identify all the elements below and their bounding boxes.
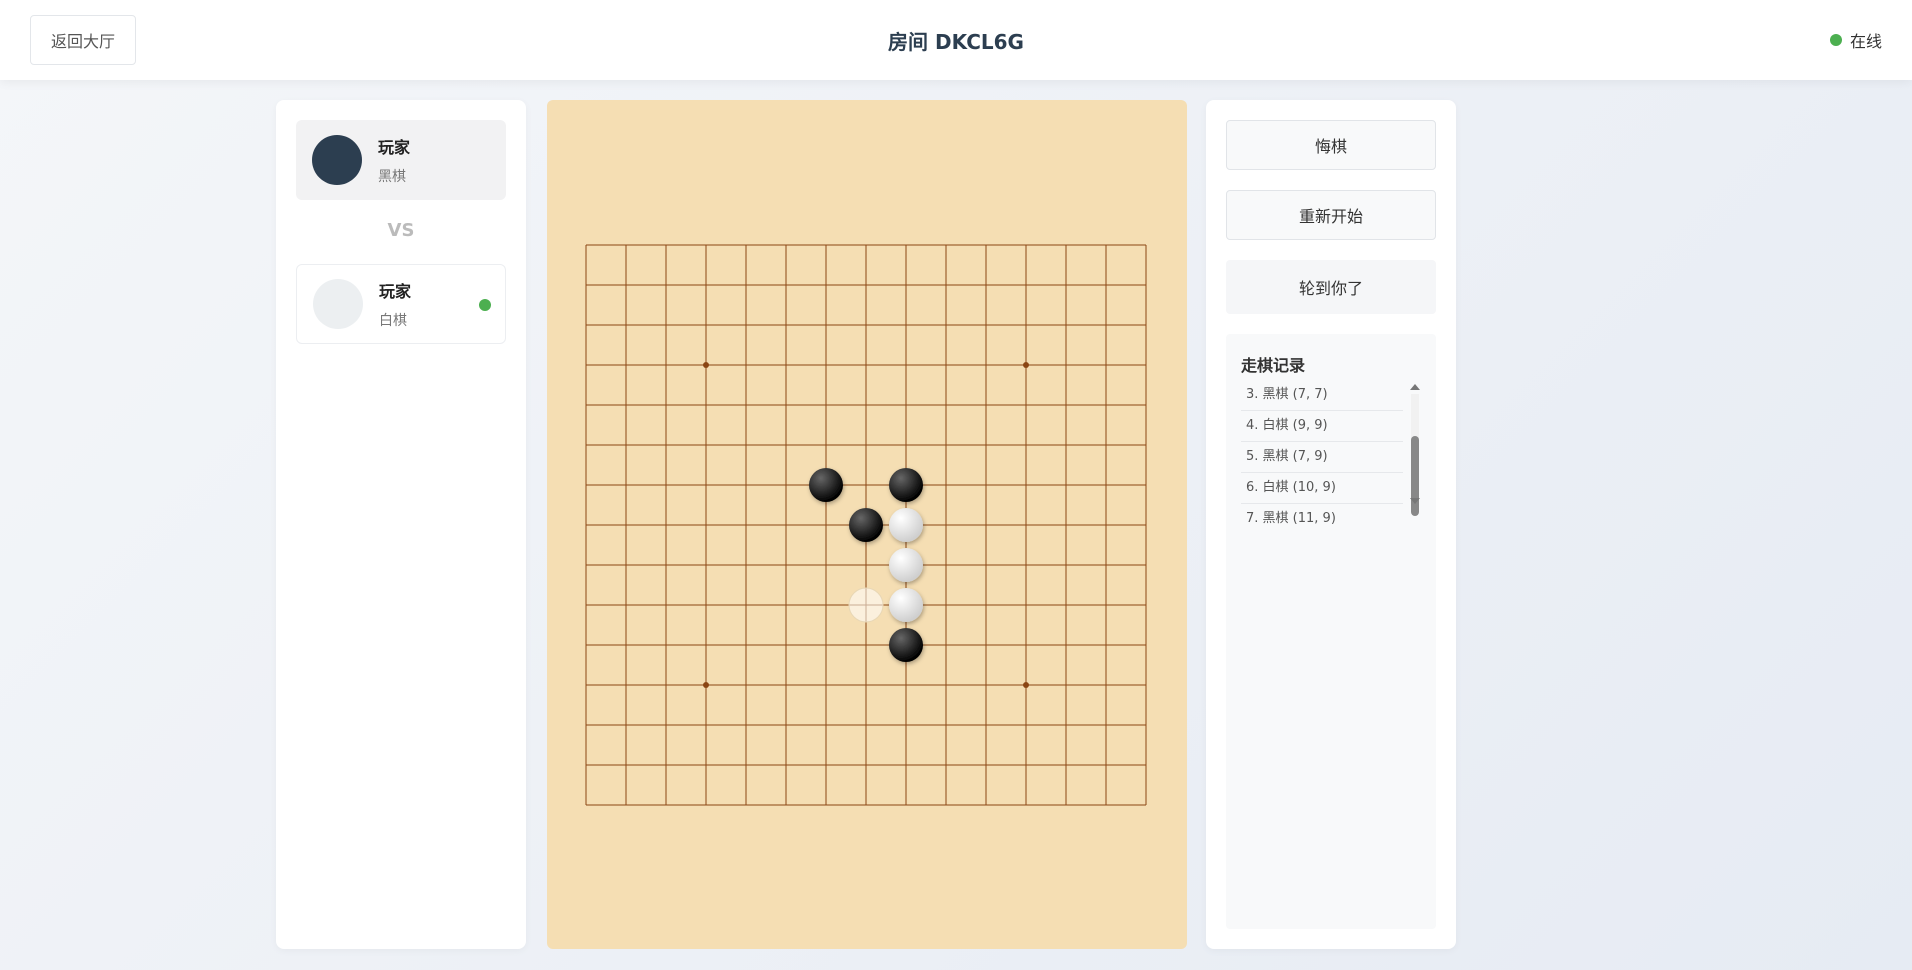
vs-label: VS [387, 220, 415, 241]
player-card-black: 玩家 黑棋 [296, 120, 506, 200]
history-scrollbar[interactable] [1410, 384, 1420, 516]
top-bar: 返回大厅 房间 DKCL6G 在线 [0, 0, 1912, 80]
online-status-dot-icon [1829, 34, 1842, 46]
turn-indicator: 轮到你了 [1226, 260, 1436, 314]
history-item: 4. 白棋 (9, 9) [1241, 411, 1403, 442]
white-stone [889, 508, 923, 542]
controls-panel: 悔棋 重新开始 轮到你了 走棋记录 3. 黑棋 (7, 7) 4. 白棋 (9,… [1206, 100, 1456, 949]
black-stone [809, 468, 843, 502]
undo-button[interactable]: 悔棋 [1226, 120, 1436, 170]
game-board-area [547, 100, 1187, 949]
history-item: 6. 白棋 (10, 9) [1241, 473, 1403, 504]
history-item: 7. 黑棋 (11, 9) [1246, 511, 1336, 526]
move-history-list: 3. 黑棋 (7, 7) 4. 白棋 (9, 9) 5. 黑棋 (7, 9) 6… [1241, 380, 1403, 535]
move-history: 走棋记录 3. 黑棋 (7, 7) 4. 白棋 (9, 9) 5. 黑棋 (7,… [1226, 334, 1436, 929]
black-stone [889, 468, 923, 502]
room-title: 房间 DKCL6G [888, 29, 1024, 54]
white-player-name: 玩家 [379, 282, 412, 301]
hover-preview-stone[interactable] [848, 587, 884, 623]
history-item: 3. 黑棋 (7, 7) [1241, 380, 1403, 411]
white-stone [889, 588, 923, 622]
black-stone [889, 628, 923, 662]
connection-status: 在线 [1829, 26, 1882, 54]
black-player-color-label: 黑棋 [378, 169, 406, 185]
star-point [1023, 362, 1029, 368]
player-card-white: 玩家 白棋 [296, 264, 506, 344]
black-player-name: 玩家 [378, 138, 411, 157]
star-point [1023, 682, 1029, 688]
star-point [703, 362, 709, 368]
white-player-avatar [313, 279, 363, 329]
gomoku-board[interactable] [547, 100, 1187, 949]
white-stone [889, 548, 923, 582]
history-item: 5. 黑棋 (7, 9) [1241, 442, 1403, 473]
scroll-up-arrow-icon[interactable] [1410, 384, 1420, 390]
back-to-lobby-button[interactable]: 返回大厅 [30, 15, 136, 65]
connection-status-label: 在线 [1849, 32, 1882, 51]
scroll-down-arrow-icon[interactable] [1410, 498, 1420, 504]
scroll-thumb[interactable] [1411, 436, 1419, 516]
white-player-color-label: 白棋 [379, 313, 407, 329]
black-stone [849, 508, 883, 542]
star-point [703, 682, 709, 688]
move-history-title: 走棋记录 [1241, 356, 1306, 375]
black-player-avatar [312, 135, 362, 185]
players-panel: 玩家 黑棋 VS 玩家 白棋 [276, 100, 526, 949]
restart-button[interactable]: 重新开始 [1226, 190, 1436, 240]
white-player-online-dot-icon [479, 299, 491, 311]
